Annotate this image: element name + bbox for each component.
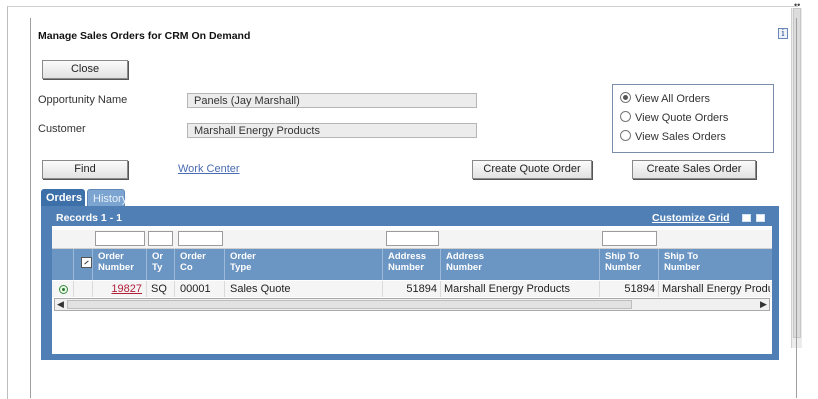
view-quote-orders-option[interactable]: View Quote Orders (620, 111, 728, 124)
header-line: Ty (152, 262, 163, 273)
column-separator (224, 281, 225, 297)
export-icon[interactable] (742, 214, 751, 222)
column-separator (73, 281, 74, 297)
view-quote-orders-label: View Quote Orders (635, 112, 729, 124)
grid-options-icon[interactable] (756, 214, 765, 222)
order-type-cell: SQ (151, 283, 167, 295)
dialog-title: Manage Sales Orders for CRM On Demand (38, 30, 251, 42)
tab-history[interactable]: History (87, 189, 127, 207)
filter-address-number[interactable] (386, 231, 439, 246)
address-name-cell: Marshall Energy Products (444, 283, 570, 295)
order-number-link[interactable]: 19827 (92, 283, 142, 295)
header-line: Ship To (664, 251, 699, 262)
create-quote-order-button[interactable]: Create Quote Order (472, 160, 592, 179)
header-line: Order (180, 251, 206, 262)
column-separator (146, 281, 147, 297)
scroll-right-icon[interactable]: ▶ (758, 299, 769, 310)
radio-selected-icon[interactable] (620, 92, 631, 103)
filter-order-number[interactable] (95, 231, 145, 246)
view-all-orders-label: View All Orders (635, 93, 710, 105)
filter-order-co[interactable] (178, 231, 223, 246)
header-line: Number (98, 262, 134, 273)
grid-horizontal-scrollbar[interactable]: ◀ ▶ (54, 298, 770, 311)
column-separator (658, 249, 659, 280)
opportunity-name-label: Opportunity Name (38, 94, 128, 106)
order-co-cell: 00001 (180, 283, 211, 295)
column-separator (224, 249, 225, 280)
header-line: Type (230, 262, 252, 273)
column-separator (599, 249, 600, 280)
column-separator (174, 281, 175, 297)
view-all-orders-option[interactable]: View All Orders (620, 92, 710, 105)
view-sales-orders-option[interactable]: View Sales Orders (620, 130, 726, 143)
grid-filter-row (52, 230, 772, 249)
table-row[interactable]: 19827 SQ 00001 Sales Quote 51894 Marshal… (52, 281, 772, 297)
ship-to-number-cell: 51894 (624, 283, 655, 295)
header-line: Order (230, 251, 256, 262)
customize-grid-link[interactable]: Customize Grid (652, 212, 730, 224)
radio-icon[interactable] (620, 111, 631, 122)
header-address-number[interactable]: Address Number (388, 251, 426, 273)
header-line: Address (446, 251, 485, 262)
opportunity-name-field[interactable]: Panels (Jay Marshall) (187, 93, 477, 108)
records-count: Records 1 - 1 (56, 212, 122, 224)
tab-orders[interactable]: Orders (41, 189, 85, 207)
column-separator (440, 281, 441, 297)
grid-header-row: Order Number Or Ty Order Co Order Type Addre… (52, 249, 772, 280)
header-line: Order (98, 251, 124, 262)
view-sales-orders-label: View Sales Orders (635, 131, 726, 143)
header-ship-to-number[interactable]: Ship To Number (605, 251, 641, 273)
header-address-name[interactable]: Address Number (446, 251, 484, 273)
column-separator (174, 249, 175, 280)
ship-to-name-cell: Marshall Energy Produ (662, 283, 770, 295)
scroll-left-icon[interactable]: ◀ (55, 299, 66, 310)
address-number-cell: 51894 (406, 283, 437, 295)
column-separator (146, 249, 147, 280)
info-icon[interactable]: i (778, 28, 788, 39)
header-order-number[interactable]: Order Number (98, 251, 134, 273)
header-line: Ship To (605, 251, 640, 262)
column-separator (92, 249, 93, 280)
header-line: Or (152, 251, 164, 262)
column-separator (73, 249, 74, 280)
customer-label: Customer (38, 123, 86, 135)
find-button[interactable]: Find (42, 160, 128, 179)
header-order-co[interactable]: Order Co (180, 251, 206, 273)
work-center-link[interactable]: Work Center (178, 163, 240, 175)
column-separator (440, 249, 441, 280)
header-line: Address (388, 251, 427, 262)
header-line: Number (664, 262, 700, 273)
edit-icon[interactable] (81, 257, 92, 268)
header-line: Number (446, 262, 482, 273)
header-line: Number (388, 262, 424, 273)
header-order-type[interactable]: Or Ty (152, 251, 163, 273)
order-type-desc-cell: Sales Quote (230, 283, 291, 295)
column-separator (382, 249, 383, 280)
radio-icon[interactable] (620, 130, 631, 141)
customer-field[interactable]: Marshall Energy Products (187, 123, 477, 138)
create-sales-order-button[interactable]: Create Sales Order (632, 160, 756, 179)
filter-ship-to-number[interactable] (602, 231, 657, 246)
close-button[interactable]: Close (42, 60, 128, 79)
header-line: Co (180, 262, 193, 273)
records-bar: Records 1 - 1 Customize Grid (52, 211, 772, 226)
row-select-radio[interactable] (59, 285, 68, 294)
column-separator (658, 281, 659, 297)
header-line: Number (605, 262, 641, 273)
header-order-type-desc[interactable]: Order Type (230, 251, 256, 273)
horizontal-scrollbar-thumb[interactable] (67, 300, 632, 309)
header-ship-to-name[interactable]: Ship To Number (664, 251, 700, 273)
filter-order-type[interactable] (148, 231, 173, 246)
